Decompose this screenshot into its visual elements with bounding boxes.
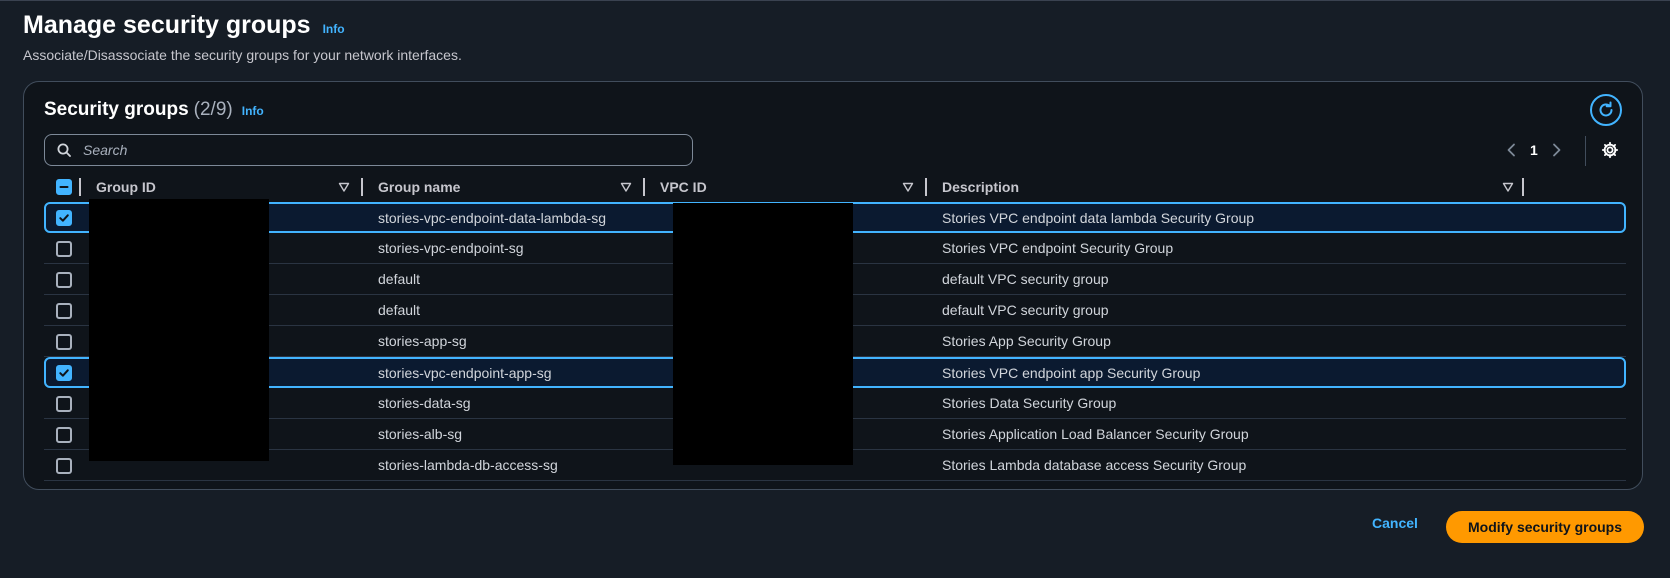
gear-icon	[1601, 141, 1619, 159]
cancel-button[interactable]: Cancel	[1372, 515, 1418, 531]
cell-description: Stories App Security Group	[942, 333, 1111, 349]
redacted-vpc-ids	[673, 203, 853, 465]
cell-group-name: stories-vpc-endpoint-data-lambda-sg	[378, 209, 606, 226]
column-separator[interactable]	[1522, 178, 1524, 196]
select-all-checkbox[interactable]	[56, 179, 72, 195]
pagination: 1	[1506, 138, 1562, 162]
page-info-link[interactable]: Info	[323, 22, 345, 36]
panel-header: Security groups (2/9) Info	[44, 99, 264, 121]
row-checkbox[interactable]	[56, 365, 72, 381]
cell-description: Stories VPC endpoint Security Group	[942, 240, 1174, 256]
cell-group-name: stories-data-sg	[378, 395, 471, 411]
current-page-number[interactable]: 1	[1530, 142, 1538, 158]
cell-group-name: stories-alb-sg	[378, 426, 463, 442]
row-checkbox[interactable]	[56, 272, 72, 288]
row-checkbox[interactable]	[56, 334, 72, 350]
cell-group-name: stories-vpc-endpoint-app-sg	[378, 364, 552, 381]
cell-description: Stories Application Load Balancer Securi…	[942, 426, 1249, 442]
column-separator[interactable]	[79, 178, 81, 196]
checkmark-icon	[59, 214, 69, 222]
column-header-vpc-id[interactable]: VPC ID	[660, 172, 707, 202]
column-header-group-id[interactable]: Group ID	[96, 172, 156, 202]
cell-description: Stories Data Security Group	[942, 395, 1117, 411]
page-description: Associate/Disassociate the security grou…	[23, 47, 462, 63]
page-title: Manage security groups	[23, 11, 311, 39]
cell-description: Stories VPC endpoint data lambda Securit…	[942, 209, 1255, 226]
panel-info-link[interactable]: Info	[242, 104, 264, 118]
search-icon	[57, 143, 71, 157]
refresh-icon	[1599, 101, 1613, 117]
security-groups-panel: Security groups (2/9) Info 1	[23, 81, 1643, 490]
row-checkbox[interactable]	[56, 303, 72, 319]
cell-group-name: default	[378, 302, 421, 318]
page-header: Manage security groups Info	[23, 11, 345, 40]
filter-triangle-icon[interactable]	[902, 181, 914, 193]
column-separator[interactable]	[643, 178, 645, 196]
cell-description: Stories Lambda database access Security …	[942, 457, 1247, 473]
row-checkbox[interactable]	[56, 210, 72, 226]
cell-description: default VPC security group	[942, 302, 1109, 318]
redacted-group-ids	[89, 199, 269, 461]
chevron-right-icon[interactable]	[1552, 143, 1562, 157]
cell-group-name: stories-lambda-db-access-sg	[378, 457, 558, 473]
filter-triangle-icon[interactable]	[338, 181, 350, 193]
cell-description: default VPC security group	[942, 271, 1109, 287]
column-separator[interactable]	[925, 178, 927, 196]
search-field[interactable]	[44, 134, 693, 166]
cell-group-name: stories-app-sg	[378, 333, 467, 349]
checkmark-icon	[59, 369, 69, 377]
filter-triangle-icon[interactable]	[620, 181, 632, 193]
search-input[interactable]	[81, 141, 661, 159]
column-separator[interactable]	[361, 178, 363, 196]
manage-security-groups-page: Manage security groups Info Associate/Di…	[0, 0, 1670, 578]
table-preferences-button[interactable]	[1599, 139, 1621, 161]
cell-description: Stories VPC endpoint app Security Group	[942, 364, 1201, 381]
row-checkbox[interactable]	[56, 427, 72, 443]
pagination-divider	[1585, 136, 1586, 166]
row-checkbox[interactable]	[56, 241, 72, 257]
modify-security-groups-button[interactable]: Modify security groups	[1446, 511, 1644, 543]
cell-group-name: default	[378, 271, 421, 287]
refresh-button[interactable]	[1590, 94, 1622, 126]
minus-icon	[59, 186, 69, 188]
filter-triangle-icon[interactable]	[1502, 181, 1514, 193]
column-header-description[interactable]: Description	[942, 172, 1019, 202]
selection-count: (2/9)	[193, 99, 233, 120]
row-checkbox[interactable]	[56, 458, 72, 474]
column-header-group-name[interactable]: Group name	[378, 172, 460, 202]
panel-title: Security groups	[44, 99, 189, 120]
table-header: Group ID Group name VPC ID Description	[44, 172, 1626, 202]
row-checkbox[interactable]	[56, 396, 72, 412]
chevron-left-icon[interactable]	[1506, 143, 1516, 157]
cell-group-name: stories-vpc-endpoint-sg	[378, 240, 524, 256]
